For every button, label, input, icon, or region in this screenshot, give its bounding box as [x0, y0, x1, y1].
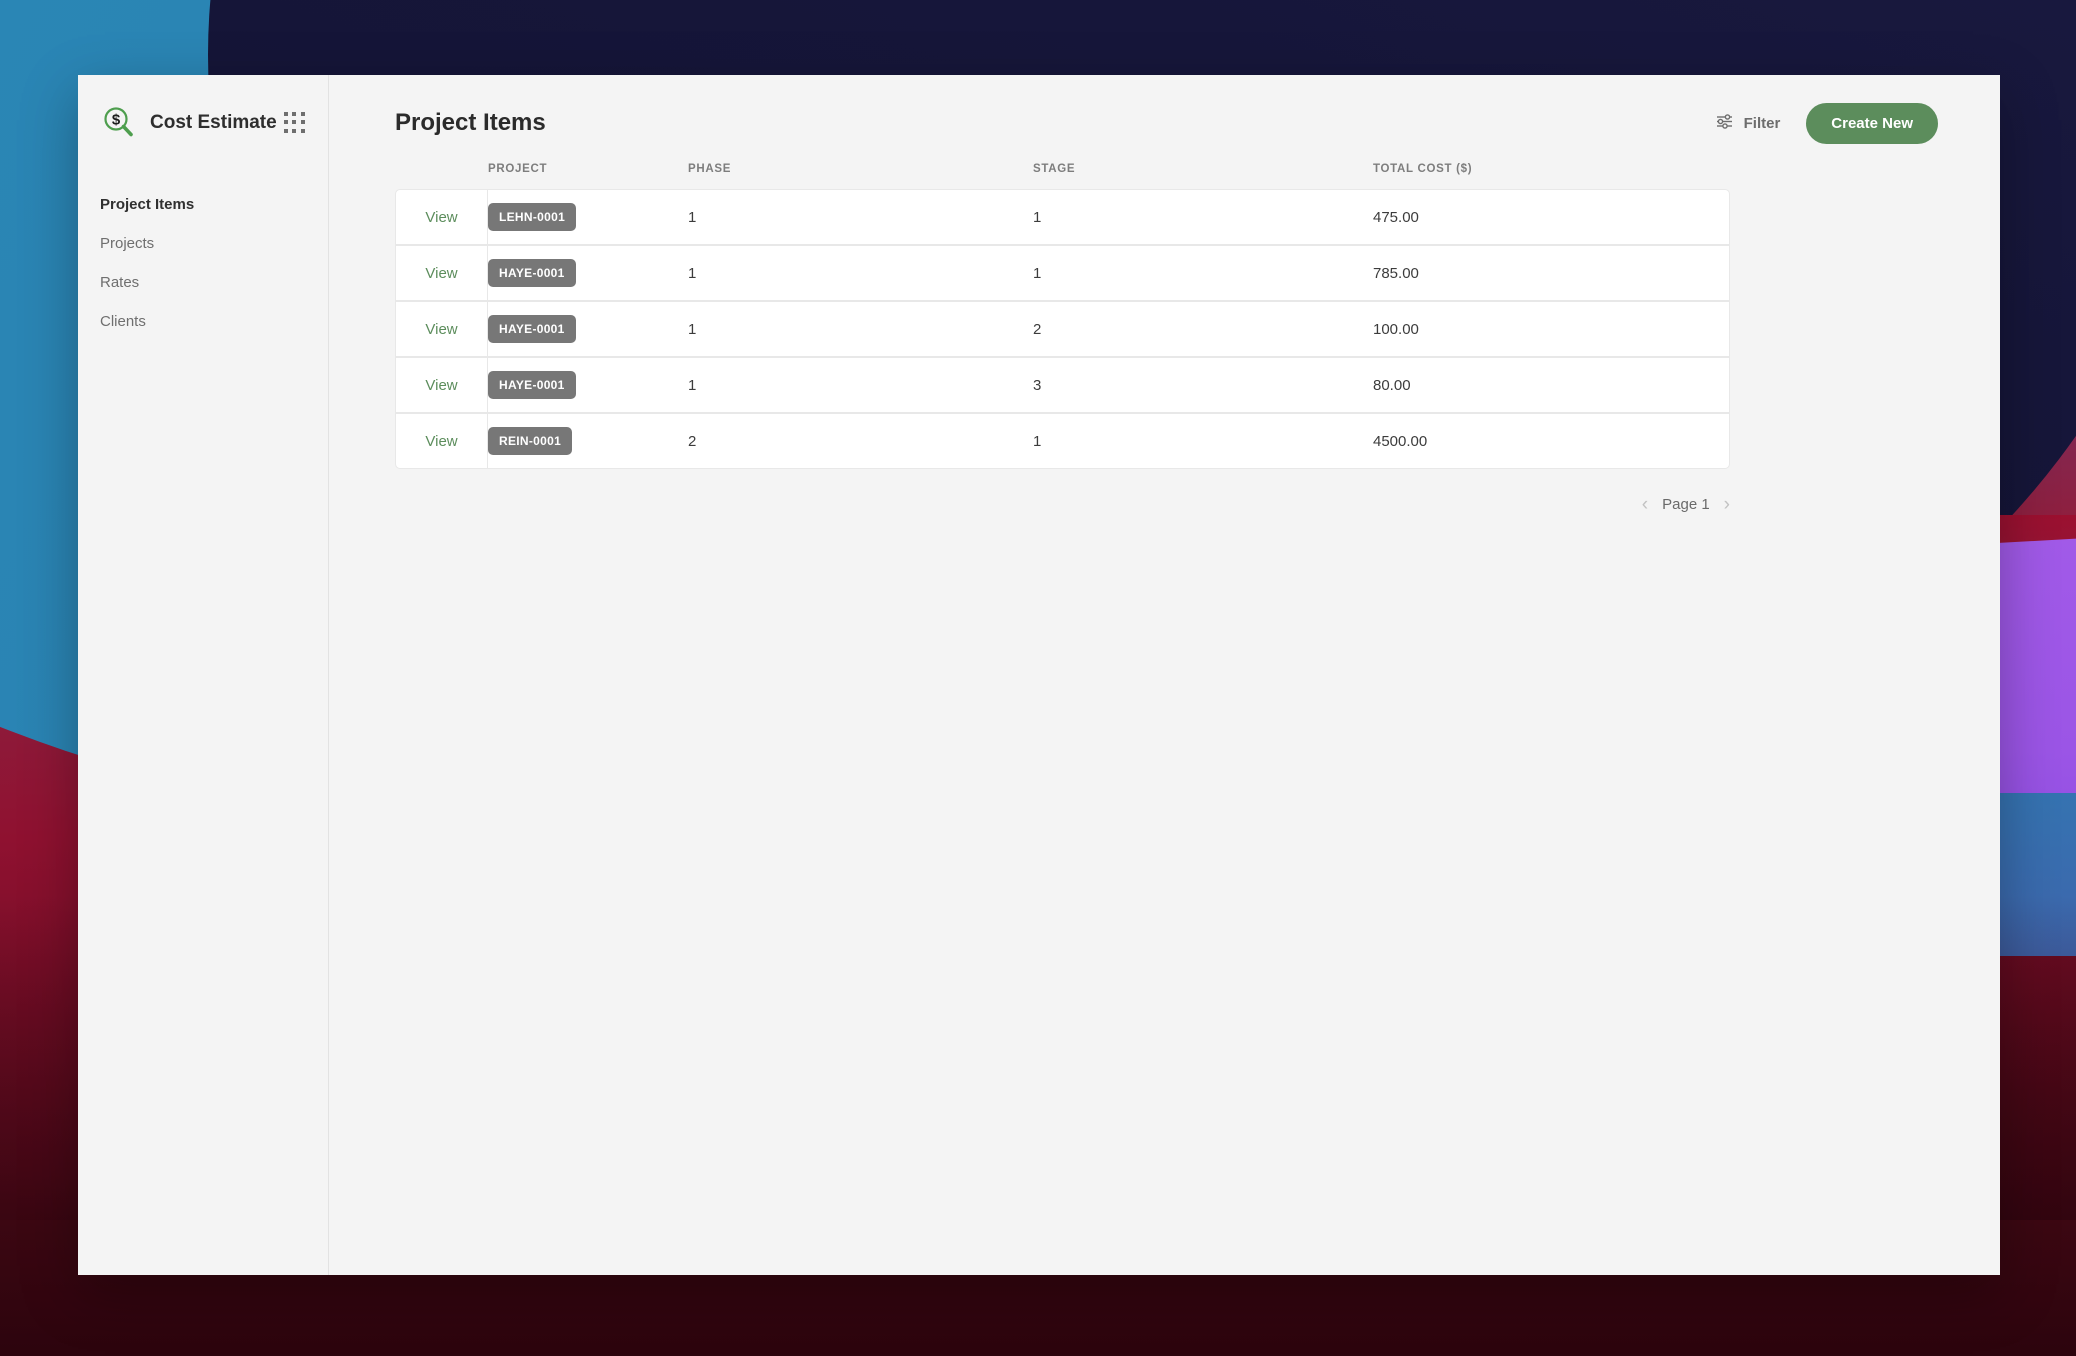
sidebar-item-label: Clients [100, 313, 146, 330]
table-row[interactable]: View HAYE-0001 1 2 100.00 [395, 301, 1730, 357]
table-row[interactable]: View REIN-0001 2 1 4500.00 [395, 413, 1730, 469]
apps-grid-icon[interactable] [284, 112, 306, 134]
project-badge: REIN-0001 [488, 427, 573, 455]
table-row[interactable]: View LEHN-0001 1 1 475.00 [395, 189, 1730, 245]
project-badge: LEHN-0001 [488, 203, 577, 231]
sidebar-item-label: Project Items [100, 196, 195, 213]
table-header-row: PROJECT PHASE STAGE TOTAL COST ($) [395, 163, 1730, 189]
sidebar-item-rates[interactable]: Rates [78, 263, 328, 302]
column-header-total-cost[interactable]: TOTAL COST ($) [1373, 163, 1730, 189]
pagination: ‹ Page 1 › [395, 469, 1730, 514]
cell-total-cost: 785.00 [1373, 245, 1730, 301]
column-header-action [395, 163, 488, 189]
cell-phase: 1 [688, 245, 1033, 301]
project-badge: HAYE-0001 [488, 259, 576, 287]
cell-stage: 1 [1033, 189, 1373, 245]
row-action-cell: View [395, 245, 488, 301]
column-header-phase[interactable]: PHASE [688, 163, 1033, 189]
view-link[interactable]: View [425, 321, 457, 338]
filter-button-label: Filter [1743, 114, 1781, 132]
sidebar-item-label: Projects [100, 235, 155, 252]
cell-total-cost: 475.00 [1373, 189, 1730, 245]
project-badge: HAYE-0001 [488, 315, 576, 343]
cell-project: LEHN-0001 [488, 189, 688, 245]
filter-button[interactable]: Filter [1715, 112, 1781, 135]
sidebar-brand: $ Cost Estimate [78, 97, 328, 149]
brand-title: Cost Estimate [150, 112, 277, 133]
application-window: $ Cost Estimate Project Items Projects R… [78, 75, 2000, 1275]
cell-stage: 1 [1033, 245, 1373, 301]
project-items-table: PROJECT PHASE STAGE TOTAL COST ($) View … [395, 163, 1730, 469]
column-header-stage[interactable]: STAGE [1033, 163, 1373, 189]
cell-stage: 3 [1033, 357, 1373, 413]
view-link[interactable]: View [425, 377, 457, 394]
sliders-icon [1715, 112, 1734, 135]
row-action-cell: View [395, 301, 488, 357]
page-title: Project Items [395, 109, 546, 136]
view-link[interactable]: View [425, 433, 457, 450]
cell-total-cost: 4500.00 [1373, 413, 1730, 469]
table-row[interactable]: View HAYE-0001 1 1 785.00 [395, 245, 1730, 301]
column-header-project[interactable]: PROJECT [488, 163, 688, 189]
sidebar-item-projects[interactable]: Projects [78, 224, 328, 263]
project-badge: HAYE-0001 [488, 371, 576, 399]
table-body: View LEHN-0001 1 1 475.00 View HAYE-0001 [395, 189, 1730, 469]
svg-text:$: $ [112, 112, 121, 129]
cell-total-cost: 100.00 [1373, 301, 1730, 357]
view-link[interactable]: View [425, 209, 457, 226]
dollar-magnifier-icon: $ [100, 104, 138, 142]
cell-phase: 1 [688, 301, 1033, 357]
sidebar-item-project-items[interactable]: Project Items [78, 185, 328, 224]
cell-total-cost: 80.00 [1373, 357, 1730, 413]
header-actions: Filter Create New [1715, 102, 1938, 144]
page-header: Project Items Filter Create New [395, 97, 1938, 149]
cell-project: HAYE-0001 [488, 245, 688, 301]
cell-phase: 1 [688, 357, 1033, 413]
chevron-left-icon[interactable]: ‹ [1642, 495, 1648, 514]
page-indicator: Page 1 [1662, 496, 1710, 513]
cell-project: REIN-0001 [488, 413, 688, 469]
table-row[interactable]: View HAYE-0001 1 3 80.00 [395, 357, 1730, 413]
main-content: Project Items Filter Create New PROJECT … [329, 75, 2000, 1275]
row-action-cell: View [395, 189, 488, 245]
cell-stage: 1 [1033, 413, 1373, 469]
sidebar-nav: Project Items Projects Rates Clients [78, 185, 328, 341]
sidebar-item-clients[interactable]: Clients [78, 302, 328, 341]
cell-project: HAYE-0001 [488, 301, 688, 357]
cell-phase: 1 [688, 189, 1033, 245]
chevron-right-icon[interactable]: › [1724, 495, 1730, 514]
cell-stage: 2 [1033, 301, 1373, 357]
row-action-cell: View [395, 357, 488, 413]
table-header: PROJECT PHASE STAGE TOTAL COST ($) [395, 163, 1730, 189]
sidebar-item-label: Rates [100, 274, 140, 291]
view-link[interactable]: View [425, 265, 457, 282]
create-new-button[interactable]: Create New [1806, 102, 1938, 144]
row-action-cell: View [395, 413, 488, 469]
sidebar: $ Cost Estimate Project Items Projects R… [78, 75, 329, 1275]
cell-phase: 2 [688, 413, 1033, 469]
cell-project: HAYE-0001 [488, 357, 688, 413]
